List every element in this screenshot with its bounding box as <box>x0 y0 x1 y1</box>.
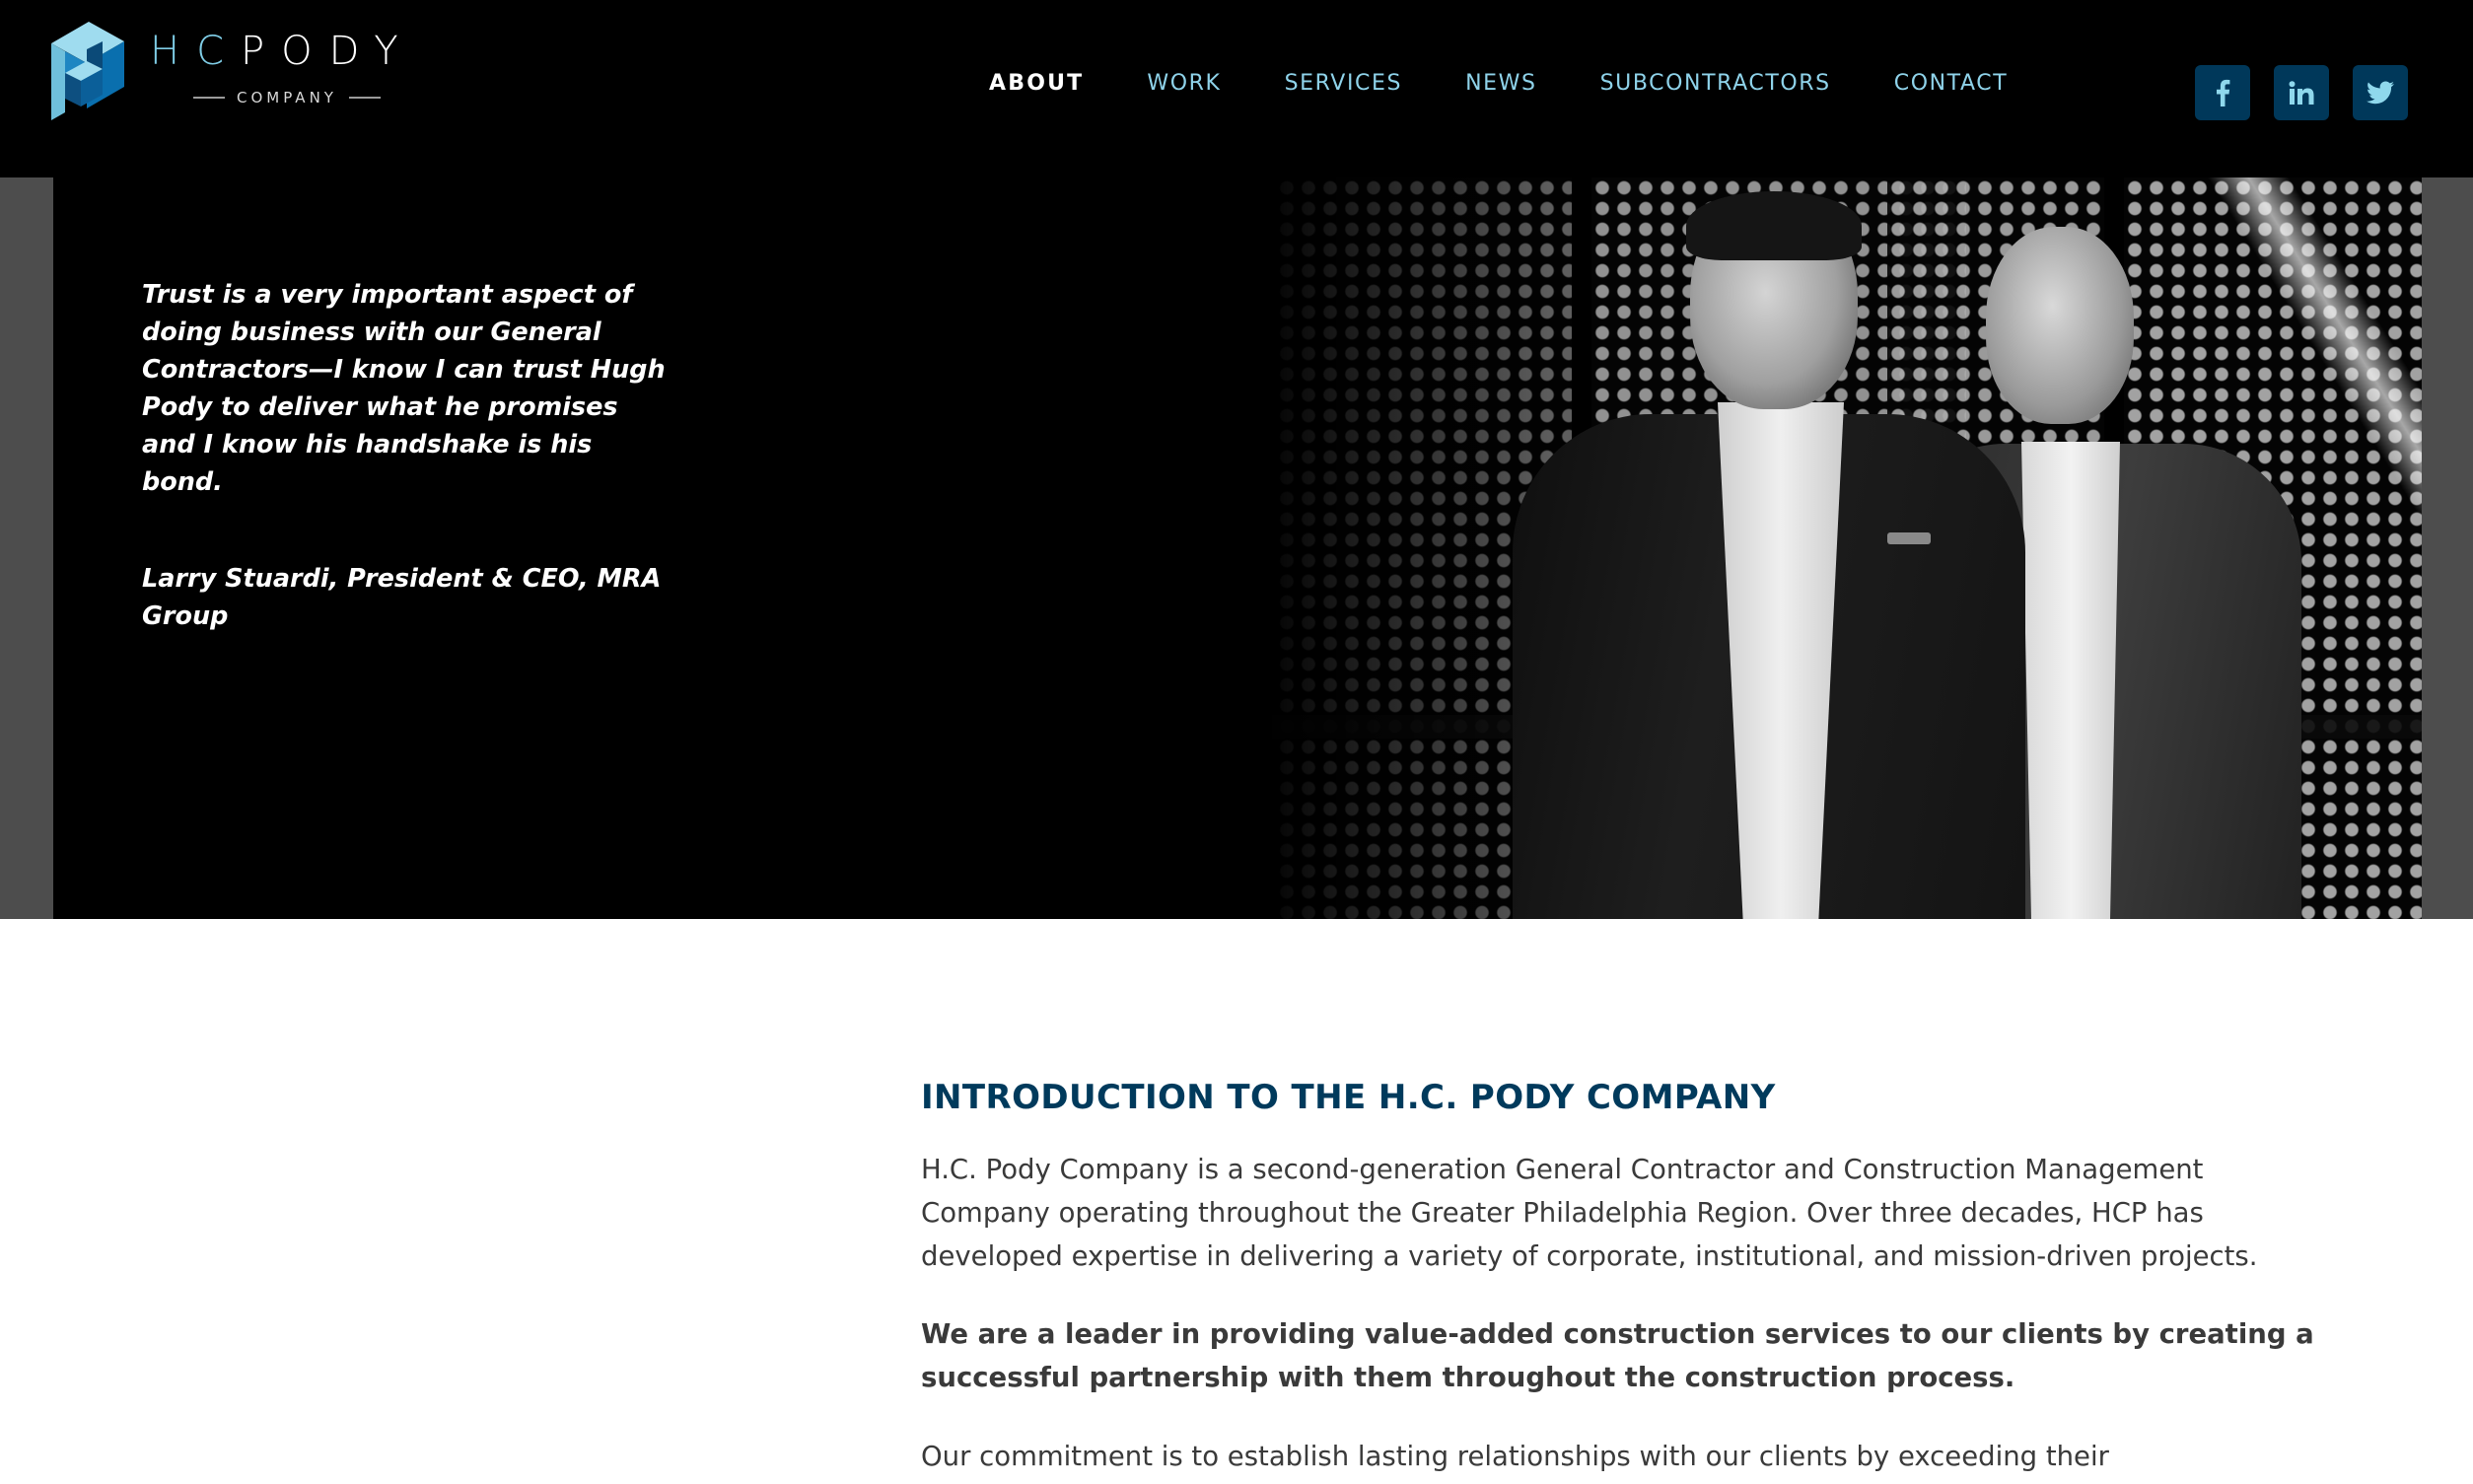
logo-dash-left <box>193 97 225 99</box>
photo-fade <box>1138 177 1552 919</box>
linkedin-button[interactable] <box>2274 65 2329 120</box>
logo-name: PODY <box>241 29 415 74</box>
twitter-icon <box>2367 81 2394 105</box>
social-links <box>2195 65 2408 120</box>
site-header: HCPODY COMPANY ABOUT WORK SERVICES NEWS … <box>0 0 2473 177</box>
intro-section: INTRODUCTION TO THE H.C. PODY COMPANY H.… <box>921 1075 2321 1478</box>
main-nav: ABOUT WORK SERVICES NEWS SUBCONTRACTORS … <box>989 65 2008 101</box>
intro-paragraph-3: Our commitment is to establish lasting r… <box>921 1441 2109 1472</box>
facebook-button[interactable] <box>2195 65 2250 120</box>
hero-section: Trust is a very important aspect of doin… <box>53 177 2422 919</box>
intro-heading: INTRODUCTION TO THE H.C. PODY COMPANY <box>921 1078 1776 1117</box>
twitter-button[interactable] <box>2353 65 2408 120</box>
nav-news[interactable]: NEWS <box>1465 71 1536 96</box>
person-left <box>1513 177 2025 919</box>
logo-wordmark: HCPODY <box>150 32 415 71</box>
logo-subtitle-text: COMPANY <box>237 89 337 106</box>
pocket-square <box>1887 532 1931 544</box>
logo-dash-right <box>348 97 381 99</box>
nav-services[interactable]: SERVICES <box>1285 71 1403 96</box>
facebook-icon <box>2217 79 2230 106</box>
quote-attribution: Larry Stuardi, President & CEO, MRA Grou… <box>142 564 662 631</box>
nav-contact[interactable]: CONTACT <box>1894 71 2009 96</box>
intro-paragraph-2: We are a leader in providing value-added… <box>921 1318 2314 1393</box>
linkedin-icon <box>2289 81 2314 105</box>
hero-photo <box>1138 177 2422 919</box>
person-right-shirt <box>2021 442 2120 919</box>
nav-work[interactable]: WORK <box>1147 71 1221 96</box>
logo-icon <box>51 22 124 120</box>
logo-link[interactable]: HCPODY COMPANY <box>51 18 446 120</box>
testimonial-quote: Trust is a very important aspect of doin… <box>142 276 674 635</box>
person-left-hair <box>1686 191 1862 260</box>
intro-paragraph-1: H.C. Pody Company is a second-generation… <box>921 1154 2258 1272</box>
nav-subcontractors[interactable]: SUBCONTRACTORS <box>1600 71 1831 96</box>
logo-initials: HC <box>150 29 242 74</box>
quote-text: Trust is a very important aspect of doin… <box>142 280 666 497</box>
nav-about[interactable]: ABOUT <box>989 71 1084 96</box>
logo-subtitle: COMPANY <box>193 89 381 106</box>
